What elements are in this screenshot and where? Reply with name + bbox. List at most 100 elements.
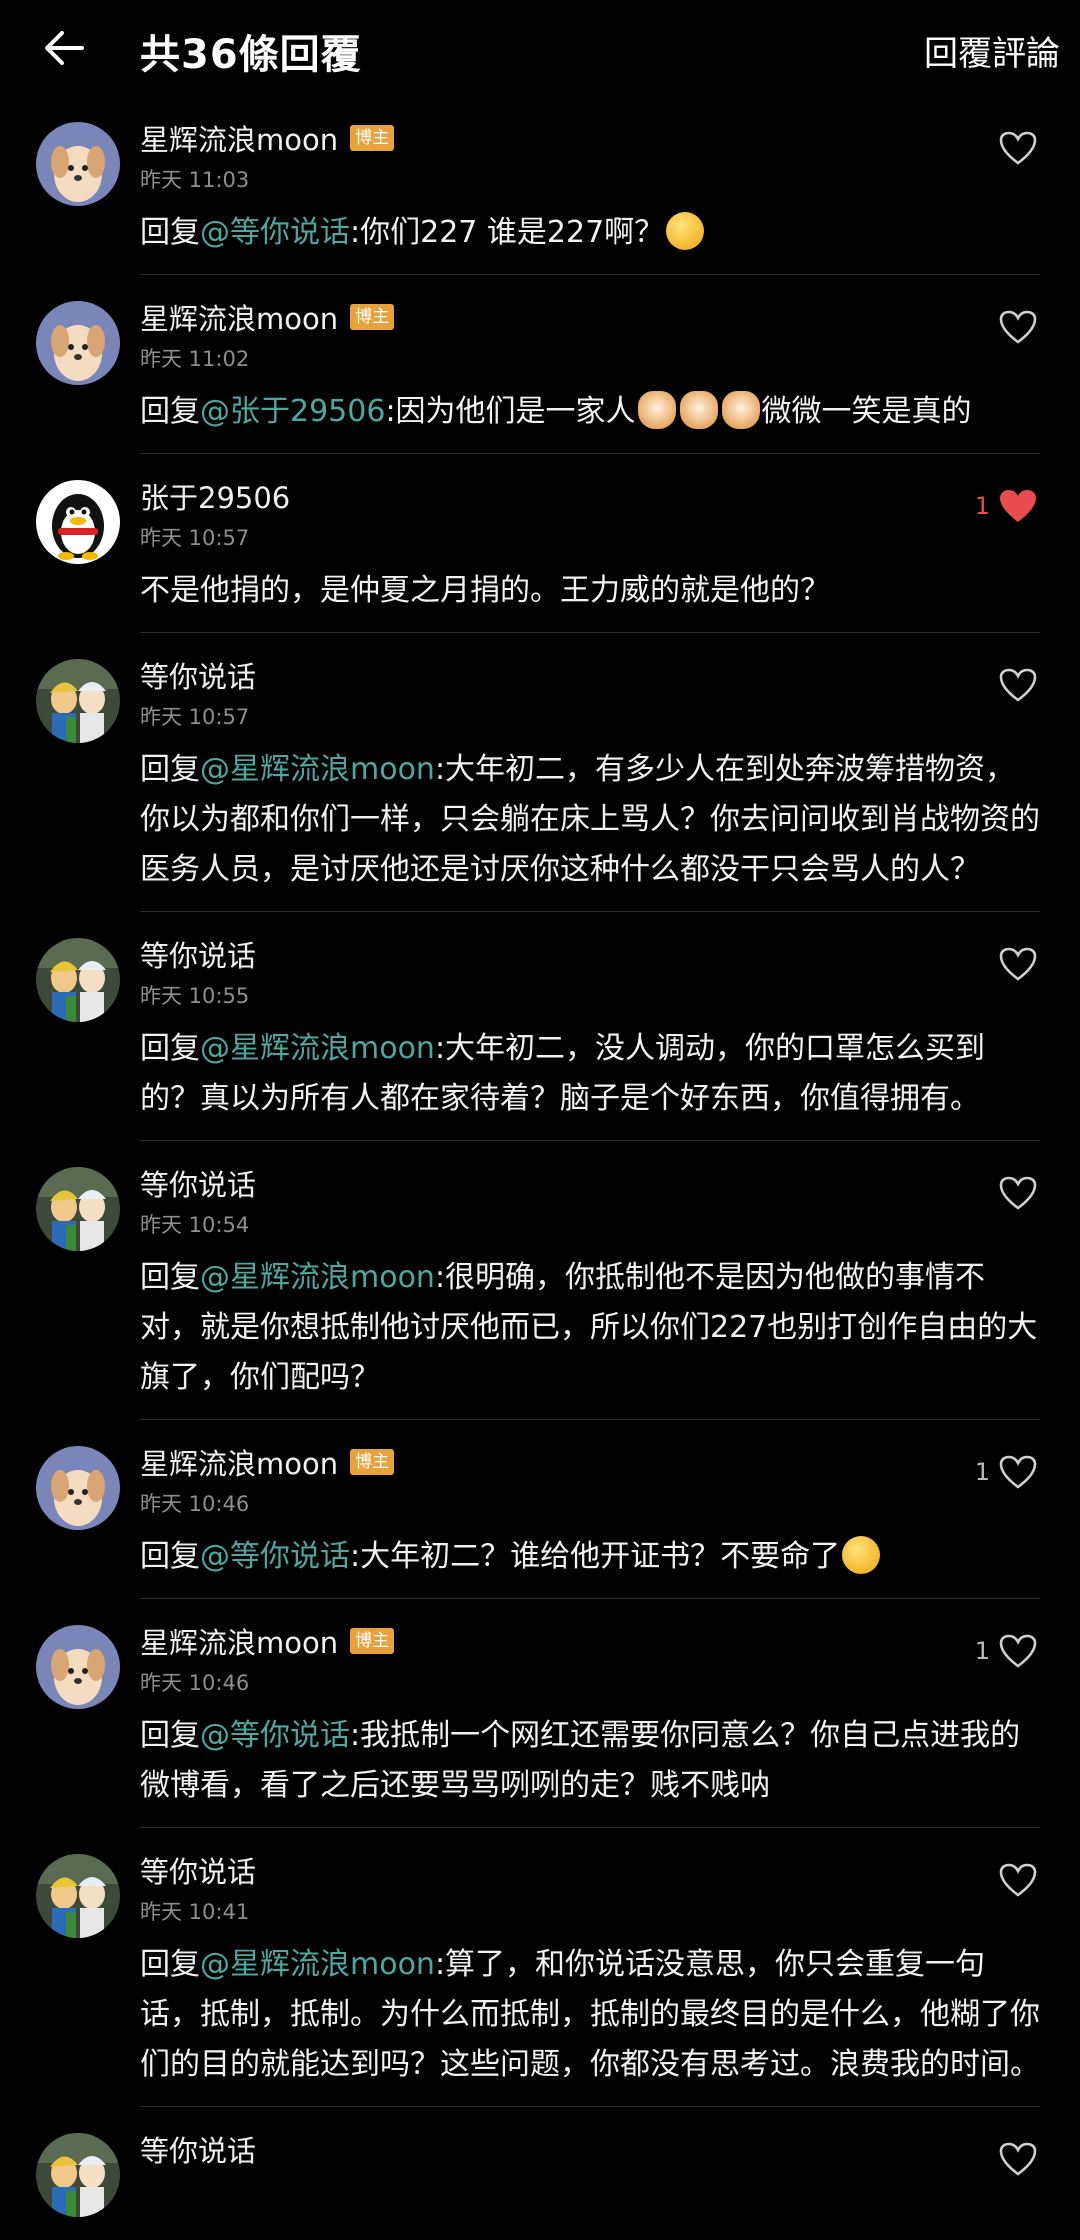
like-button[interactable] bbox=[998, 1175, 1038, 1211]
author-name[interactable]: 星辉流浪moon bbox=[140, 1620, 338, 1662]
comment-text: 回复@星辉流浪moon:算了，和你说话没意思，你只会重复一句话，抵制，抵制。为什… bbox=[140, 1940, 1040, 2106]
comment-text: 回复@星辉流浪moon:大年初二，有多少人在到处奔波筹措物资，你以为都和你们一样… bbox=[140, 745, 1040, 911]
comment-time: 昨天 11:02 bbox=[140, 347, 250, 371]
like-button[interactable]: 1 bbox=[975, 488, 1038, 524]
comment-item[interactable]: 星辉流浪moon 博主昨天 11:02 回复@张于29506:因为他们是一家人 微微一… bbox=[0, 275, 1080, 454]
heart-outline-icon bbox=[999, 1634, 1037, 1668]
mention-link[interactable]: @星辉流浪moon bbox=[200, 1947, 435, 1982]
author-name[interactable]: 等你说话 bbox=[140, 654, 256, 696]
comment-time: 昨天 10:46 bbox=[140, 1492, 250, 1516]
author-name[interactable]: 星辉流浪moon bbox=[140, 296, 338, 338]
comment-item[interactable]: 等你说话 昨天 10:57 回复@星辉流浪moon:大年初二，有多少人在到处奔波筹措… bbox=[0, 633, 1080, 912]
avatar[interactable] bbox=[36, 1167, 120, 1251]
comment-content: 张于29506 昨天 10:57 不是他捐的，是仲夏之月捐的。王力威的就是他的？ bbox=[140, 454, 1040, 633]
avatar[interactable] bbox=[36, 659, 120, 743]
like-button[interactable] bbox=[998, 946, 1038, 982]
avatar[interactable] bbox=[36, 938, 120, 1022]
comment-text: 不是他捐的，是仲夏之月捐的。王力威的就是他的？ bbox=[140, 566, 1040, 632]
heart-outline-icon bbox=[999, 947, 1037, 981]
comment-text: 回复@星辉流浪moon:很明确，你抵制他不是因为他做的事情不对，就是你想抵制他讨… bbox=[140, 1253, 1040, 1419]
comment-item[interactable]: 张于29506 昨天 10:57 不是他捐的，是仲夏之月捐的。王力威的就是他的？ 1 bbox=[0, 454, 1080, 633]
heart-outline-icon bbox=[999, 1176, 1037, 1210]
comment-item[interactable]: 星辉流浪moon 博主 昨天 10:46 回复@等你说话:我抵制一个网红还需要你同意么… bbox=[0, 1599, 1080, 1828]
like-button[interactable]: 1 bbox=[975, 1633, 1038, 1669]
mention-link[interactable]: @星辉流浪moon bbox=[200, 1260, 435, 1295]
author-badge: 博主 bbox=[350, 1449, 395, 1475]
reply-prefix: 回复 bbox=[140, 1031, 200, 1066]
reply-prefix: 回复 bbox=[140, 1539, 200, 1574]
comment-content: 星辉流浪moon 博主 昨天 10:46 回复@等你说话:我抵制一个网红还需要你同意么… bbox=[140, 1599, 1040, 1828]
like-button[interactable] bbox=[998, 130, 1038, 166]
page-title: 共36條回覆 bbox=[140, 32, 362, 78]
avatar[interactable] bbox=[36, 1625, 120, 1709]
author-badge: 博主 bbox=[350, 304, 395, 330]
cat-emoji-icon bbox=[721, 390, 760, 429]
author-name[interactable]: 等你说话 bbox=[140, 1162, 256, 1204]
mention-link[interactable]: @等你说话 bbox=[200, 1718, 350, 1753]
mention-link[interactable]: @张于29506 bbox=[200, 394, 385, 429]
author-name[interactable]: 等你说话 bbox=[140, 933, 256, 975]
author-name[interactable]: 等你说话 bbox=[140, 1849, 256, 1891]
like-button[interactable] bbox=[998, 2141, 1038, 2177]
like-count: 1 bbox=[974, 1458, 990, 1486]
smile-tongue-emoji-icon bbox=[666, 211, 705, 250]
author-row: 等你说话 bbox=[140, 653, 1040, 697]
comment-text: 回复@张于29506:因为他们是一家人 微微一笑是真的 bbox=[140, 387, 1040, 453]
heart-outline-icon bbox=[999, 310, 1037, 344]
comment-body-text: 不是他捐的，是仲夏之月捐的。王力威的就是他的？ bbox=[140, 573, 830, 608]
mention-link[interactable]: @星辉流浪moon bbox=[200, 752, 435, 787]
mention-link[interactable]: @星辉流浪moon bbox=[200, 1031, 435, 1066]
like-button[interactable]: 1 bbox=[975, 1454, 1038, 1490]
author-name[interactable]: 星辉流浪moon bbox=[140, 1441, 338, 1483]
comment-content: 等你说话 昨天 10:54 回复@星辉流浪moon:很明确，你抵制他不是因为他做的事… bbox=[140, 1141, 1040, 1420]
reply-prefix: 回复 bbox=[140, 1947, 200, 1982]
comment-content: 等你说话 昨天 10:55 回复@星辉流浪moon:大年初二，没人调动，你的口罩怎么… bbox=[140, 912, 1040, 1141]
avatar[interactable] bbox=[36, 122, 120, 206]
comment-text: 回复@等你说话:你们227 谁是227啊？ bbox=[140, 208, 1040, 274]
comment-body-text: :你们227 谁是227啊？ bbox=[350, 215, 665, 250]
mention-link[interactable]: @等你说话 bbox=[200, 1539, 350, 1574]
like-button[interactable] bbox=[998, 667, 1038, 703]
author-name[interactable]: 星辉流浪moon bbox=[140, 117, 338, 159]
top-bar: 共36條回覆 回覆評論 bbox=[0, 0, 1080, 96]
comment-item[interactable]: 等你说话 昨天 10:54 回复@星辉流浪moon:很明确，你抵制他不是因为他做的事… bbox=[0, 1141, 1080, 1420]
reply-prefix: 回复 bbox=[140, 1718, 200, 1753]
author-row: 等你说话 bbox=[140, 932, 1040, 976]
comment-content: 星辉流浪moon 博主 昨天 11:03 回复@等你说话:你们227 谁是227啊？ bbox=[140, 96, 1040, 275]
avatar[interactable] bbox=[36, 301, 120, 385]
arrow-left-icon bbox=[45, 31, 84, 65]
avatar[interactable] bbox=[36, 1854, 120, 1938]
avatar[interactable] bbox=[36, 1446, 120, 1530]
comment-content: 星辉流浪moon 博主昨天 10:46 回复@等你说话:大年初二？谁给他开证书？不要… bbox=[140, 1420, 1040, 1599]
comment-item[interactable]: 等你说话 昨天 10:55 回复@星辉流浪moon:大年初二，没人调动，你的口罩怎么… bbox=[0, 912, 1080, 1141]
author-row: 星辉流浪moon 博主 bbox=[140, 1619, 1040, 1663]
avatar[interactable] bbox=[36, 480, 120, 564]
comment-content: 等你说话 昨天 10:41 回复@星辉流浪moon:算了，和你说话没意思，你只会重复… bbox=[140, 1828, 1040, 2107]
comment-item[interactable]: 等你说话 bbox=[0, 2107, 1080, 2217]
comment-body-text: :因为他们是一家人 bbox=[385, 394, 636, 429]
author-row: 张于29506 bbox=[140, 474, 1040, 518]
mention-link[interactable]: @等你说话 bbox=[200, 215, 350, 250]
comment-text: 回复@等你说话:大年初二？谁给他开证书？不要命了 bbox=[140, 1532, 1040, 1598]
comment-item[interactable]: 星辉流浪moon 博主昨天 10:46 回复@等你说话:大年初二？谁给他开证书？不要… bbox=[0, 1420, 1080, 1599]
reply-prefix: 回复 bbox=[140, 752, 200, 787]
reply-comment-button[interactable]: 回覆評論 bbox=[924, 26, 1060, 75]
reply-prefix: 回复 bbox=[140, 215, 200, 250]
heart-outline-icon bbox=[999, 2142, 1037, 2176]
comment-item[interactable]: 等你说话 昨天 10:41 回复@星辉流浪moon:算了，和你说话没意思，你只会重复… bbox=[0, 1828, 1080, 2107]
comment-content: 等你说话 bbox=[140, 2107, 1040, 2171]
like-button[interactable] bbox=[998, 309, 1038, 345]
author-name[interactable]: 等你说话 bbox=[140, 2128, 256, 2170]
back-button[interactable] bbox=[36, 20, 92, 76]
comment-time: 昨天 10:46 bbox=[140, 1671, 250, 1695]
author-row: 星辉流浪moon 博主 bbox=[140, 295, 1040, 339]
comment-content: 等你说话 昨天 10:57 回复@星辉流浪moon:大年初二，有多少人在到处奔波筹措… bbox=[140, 633, 1040, 912]
comment-item[interactable]: 星辉流浪moon 博主 昨天 11:03 回复@等你说话:你们227 谁是227啊？ bbox=[0, 96, 1080, 275]
comment-time: 昨天 10:55 bbox=[140, 984, 250, 1008]
author-name[interactable]: 张于29506 bbox=[140, 475, 290, 517]
smile-emoji-icon bbox=[842, 1535, 881, 1574]
heart-outline-icon bbox=[999, 1455, 1037, 1489]
like-button[interactable] bbox=[998, 1862, 1038, 1898]
avatar[interactable] bbox=[36, 2133, 120, 2217]
author-badge: 博主 bbox=[350, 125, 395, 151]
